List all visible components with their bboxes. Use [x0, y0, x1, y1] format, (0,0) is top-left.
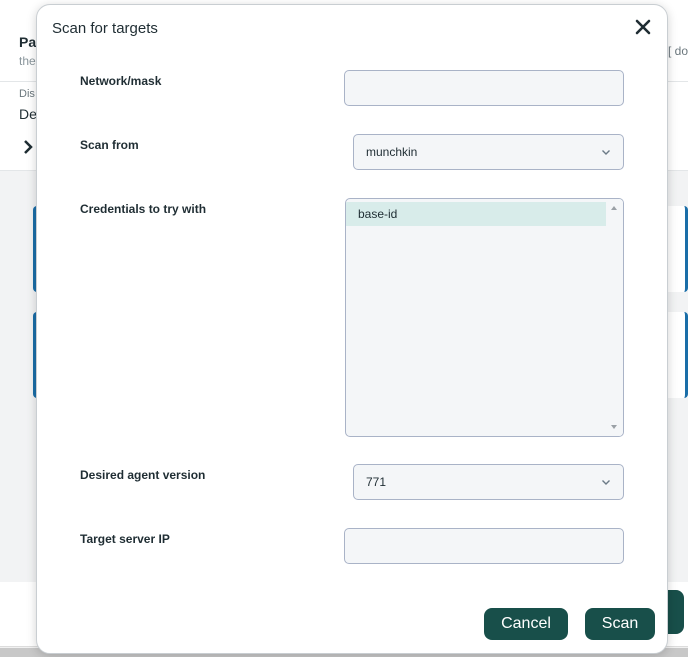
scan-from-label: Scan from: [80, 138, 139, 152]
target-server-ip-input[interactable]: [344, 528, 624, 564]
close-icon: [635, 19, 651, 35]
docs-link[interactable]: [ doc: [668, 44, 688, 58]
credentials-listbox[interactable]: base-id: [345, 198, 624, 437]
agent-version-select[interactable]: 771: [353, 464, 624, 500]
scroll-up-arrow-icon[interactable]: [611, 206, 617, 210]
target-server-ip-label: Target server IP: [80, 532, 170, 546]
agent-version-value: 771: [366, 475, 387, 489]
scan-from-value: munchkin: [366, 145, 418, 159]
listbox-scrollbar[interactable]: [606, 199, 623, 436]
chevron-down-icon: [602, 150, 610, 155]
agent-version-label: Desired agent version: [80, 468, 206, 482]
chevron-down-icon: [602, 480, 610, 485]
close-button[interactable]: [631, 15, 655, 39]
credentials-label: Credentials to try with: [80, 202, 207, 216]
scroll-down-arrow-icon[interactable]: [611, 425, 617, 429]
list-item[interactable]: base-id: [346, 202, 606, 226]
credential-name: base-id: [358, 207, 398, 221]
scan-targets-dialog: Scan for targets Network/mask Scan from …: [36, 4, 668, 654]
scan-button[interactable]: Scan: [585, 608, 655, 640]
network-mask-label: Network/mask: [80, 74, 162, 88]
chevron-right-icon[interactable]: [22, 138, 34, 159]
scan-from-select[interactable]: munchkin: [353, 134, 624, 170]
network-mask-input[interactable]: [344, 70, 624, 106]
dialog-title: Scan for targets: [52, 20, 158, 37]
cancel-button[interactable]: Cancel: [484, 608, 568, 640]
